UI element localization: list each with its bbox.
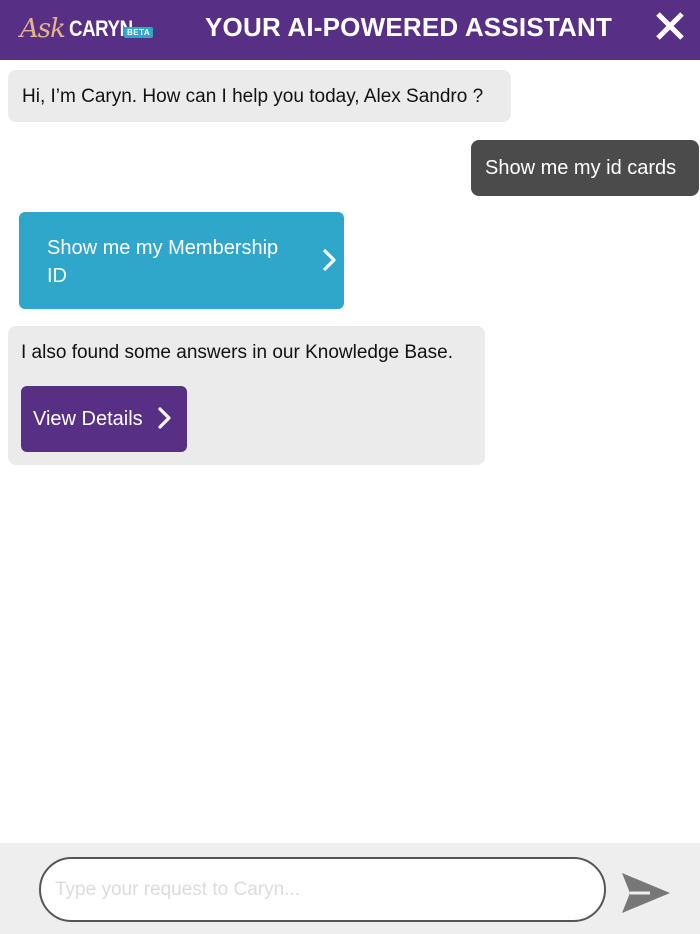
close-icon: [656, 12, 684, 40]
bot-greeting-message: Hi, I’m Caryn. How can I help you today,…: [8, 70, 511, 122]
user-message-text: Show me my id cards: [485, 157, 677, 179]
header-title: YOUR AI-POWERED ASSISTANT: [205, 12, 613, 42]
ask-caryn-logo: Ask CARYN BETA: [20, 10, 154, 48]
logo-caryn-text: CARYN: [68, 16, 133, 41]
chevron-right-icon: [323, 249, 336, 271]
message-input[interactable]: [55, 871, 585, 909]
view-details-button-label: View Details: [33, 408, 143, 430]
membership-id-button[interactable]: Show me my Membership ID: [19, 212, 344, 309]
view-details-button[interactable]: View Details: [21, 386, 187, 452]
bot-greeting-text: Hi, I’m Caryn. How can I help you today,…: [22, 86, 484, 107]
knowledge-base-text: I also found some answers in our Knowled…: [21, 342, 453, 363]
close-button[interactable]: [652, 8, 688, 44]
message-input-wrapper: [39, 857, 606, 922]
bot-knowledge-base-message: I also found some answers in our Knowled…: [8, 326, 485, 465]
membership-id-button-label: Show me my Membership ID: [47, 237, 279, 287]
user-message: Show me my id cards: [471, 140, 699, 196]
beta-badge: BETA: [124, 27, 154, 38]
send-icon: [622, 873, 670, 913]
app-header: Ask CARYN BETA YOUR AI-POWERED ASSISTANT: [0, 0, 700, 60]
logo-ask-text: Ask: [20, 14, 66, 44]
message-composer: [0, 843, 700, 934]
chevron-right-icon: [158, 407, 171, 429]
send-button[interactable]: [620, 871, 676, 917]
